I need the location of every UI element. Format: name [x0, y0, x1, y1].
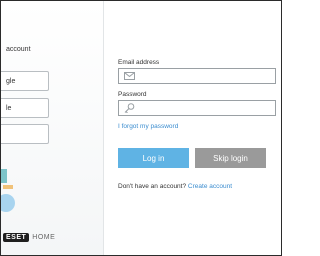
- eset-logo-home: HOME: [32, 234, 56, 241]
- panel-title: account: [6, 46, 31, 53]
- eset-logo: ESET HOME: [3, 233, 55, 242]
- eset-logo-badge: ESET: [3, 233, 30, 242]
- illustration-bar: [3, 185, 13, 189]
- signup-prompt-text: Don't have an account?: [118, 183, 187, 190]
- illustration-block: [1, 169, 7, 183]
- login-button[interactable]: Log in: [118, 148, 189, 168]
- illustration-circle: [1, 194, 15, 212]
- social-login-apple-label: le: [6, 104, 12, 112]
- password-label: Password: [118, 91, 147, 98]
- skip-login-button[interactable]: Skip login: [195, 148, 266, 168]
- email-field[interactable]: [118, 68, 276, 84]
- password-input[interactable]: [136, 101, 269, 115]
- envelope-icon: [122, 69, 136, 83]
- email-label: Email address: [118, 59, 160, 66]
- social-login-google-label: gle: [6, 77, 16, 85]
- social-login-apple-button[interactable]: le: [1, 98, 49, 118]
- social-login-other-button[interactable]: [1, 124, 49, 144]
- signup-prompt: Don't have an account? Create account: [118, 183, 232, 190]
- key-icon: [122, 101, 136, 115]
- left-panel: account gle le ESET HOME: [1, 1, 104, 255]
- email-input[interactable]: [136, 69, 269, 83]
- forgot-password-link[interactable]: I forgot my password: [118, 123, 178, 130]
- login-window: account gle le ESET HOME Email address P…: [0, 0, 282, 256]
- social-login-google-button[interactable]: gle: [1, 71, 49, 91]
- illustration: [1, 169, 15, 212]
- password-field[interactable]: [118, 100, 276, 116]
- create-account-link[interactable]: Create account: [188, 183, 232, 190]
